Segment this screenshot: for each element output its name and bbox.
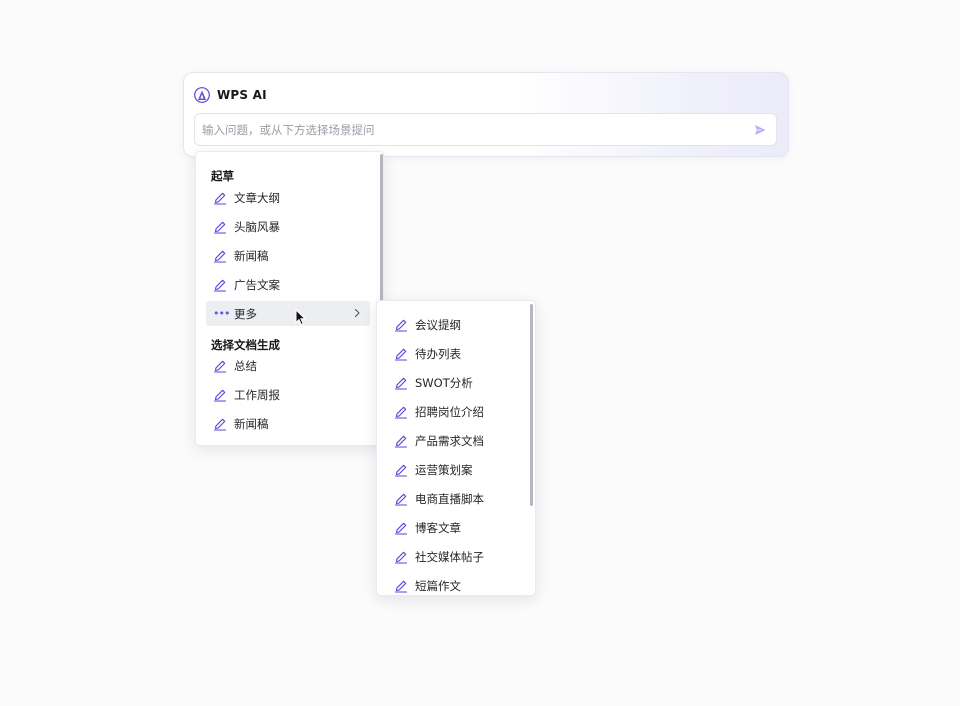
menu-item-label: 广告文案: [234, 277, 280, 292]
menu-scrollbar[interactable]: [380, 154, 383, 304]
question-input-box[interactable]: [194, 113, 777, 146]
pen-icon: [394, 522, 408, 535]
panel-header: WPS AI: [194, 86, 267, 104]
more-dots-icon: •••: [213, 306, 230, 320]
submenu-item[interactable]: 招聘岗位介绍: [387, 399, 527, 424]
menu-item-label: 新闻稿: [234, 248, 269, 263]
menu-item-label: 文章大纲: [234, 190, 280, 205]
chevron-right-icon: [354, 308, 360, 318]
pen-icon: [213, 418, 227, 431]
pen-icon: [213, 250, 227, 263]
submenu-item-label: 社交媒体帖子: [415, 549, 484, 564]
menu-item-summary[interactable]: 总结: [206, 353, 370, 378]
menu-item-weekly-report[interactable]: 工作周报: [206, 382, 370, 407]
pen-icon: [394, 348, 408, 361]
pen-icon: [394, 551, 408, 564]
pen-icon: [394, 406, 408, 419]
wps-ai-panel: WPS AI: [183, 72, 789, 157]
menu-item-brainstorm[interactable]: 头脑风暴: [206, 214, 370, 239]
wps-ai-logo-icon: [194, 87, 210, 103]
submenu-item-label: SWOT分析: [415, 375, 473, 390]
menu-item-ad-copy[interactable]: 广告文案: [206, 272, 370, 297]
submenu-item-label: 产品需求文档: [415, 433, 484, 448]
menu-item-label: 更多: [234, 306, 257, 321]
submenu-item-label: 会议提纲: [415, 317, 461, 332]
pen-icon: [213, 279, 227, 292]
menu-item-more[interactable]: ••• 更多: [206, 301, 370, 326]
group-title-generate-from-doc: 选择文档生成: [211, 338, 280, 352]
submenu-item[interactable]: 待办列表: [387, 341, 527, 366]
submenu-item[interactable]: 社交媒体帖子: [387, 544, 527, 569]
scene-menu: 起草 文章大纲 头脑风暴 新闻稿 广告文案 ••• 更多 选择文档生成 总结 工…: [195, 151, 384, 446]
send-icon[interactable]: [753, 123, 767, 137]
menu-item-press-release[interactable]: 新闻稿: [206, 243, 370, 268]
submenu-item-label: 电商直播脚本: [415, 491, 484, 506]
pen-icon: [394, 580, 408, 593]
submenu-item[interactable]: 产品需求文档: [387, 428, 527, 453]
more-submenu: 会议提纲 待办列表 SWOT分析 招聘岗位介绍 产品需求文档 运营策划案 电商直…: [376, 300, 536, 596]
menu-item-press-release-2[interactable]: 新闻稿: [206, 411, 370, 436]
pen-icon: [394, 464, 408, 477]
submenu-item[interactable]: 博客文章: [387, 515, 527, 540]
submenu-item[interactable]: SWOT分析: [387, 370, 527, 395]
submenu-item[interactable]: 会议提纲: [387, 312, 527, 337]
submenu-item[interactable]: 电商直播脚本: [387, 486, 527, 511]
pen-icon: [394, 435, 408, 448]
pen-icon: [394, 493, 408, 506]
pen-icon: [213, 360, 227, 373]
menu-item-label: 总结: [234, 358, 257, 373]
menu-item-label: 头脑风暴: [234, 219, 280, 234]
menu-item-label: 新闻稿: [234, 416, 269, 431]
submenu-item[interactable]: 短篇作文: [387, 573, 527, 598]
panel-title: WPS AI: [217, 88, 267, 102]
submenu-item-label: 博客文章: [415, 520, 461, 535]
submenu-scrollbar[interactable]: [530, 304, 533, 506]
pen-icon: [394, 377, 408, 390]
pen-icon: [213, 389, 227, 402]
pen-icon: [394, 319, 408, 332]
submenu-item[interactable]: 运营策划案: [387, 457, 527, 482]
submenu-item-label: 运营策划案: [415, 462, 473, 477]
pen-icon: [213, 221, 227, 234]
group-title-drafting: 起草: [211, 169, 234, 183]
menu-item-label: 工作周报: [234, 387, 280, 402]
question-input[interactable]: [195, 114, 742, 145]
submenu-item-label: 招聘岗位介绍: [415, 404, 484, 419]
submenu-item-label: 待办列表: [415, 346, 461, 361]
menu-item-outline[interactable]: 文章大纲: [206, 185, 370, 210]
pen-icon: [213, 192, 227, 205]
submenu-item-label: 短篇作文: [415, 578, 461, 593]
